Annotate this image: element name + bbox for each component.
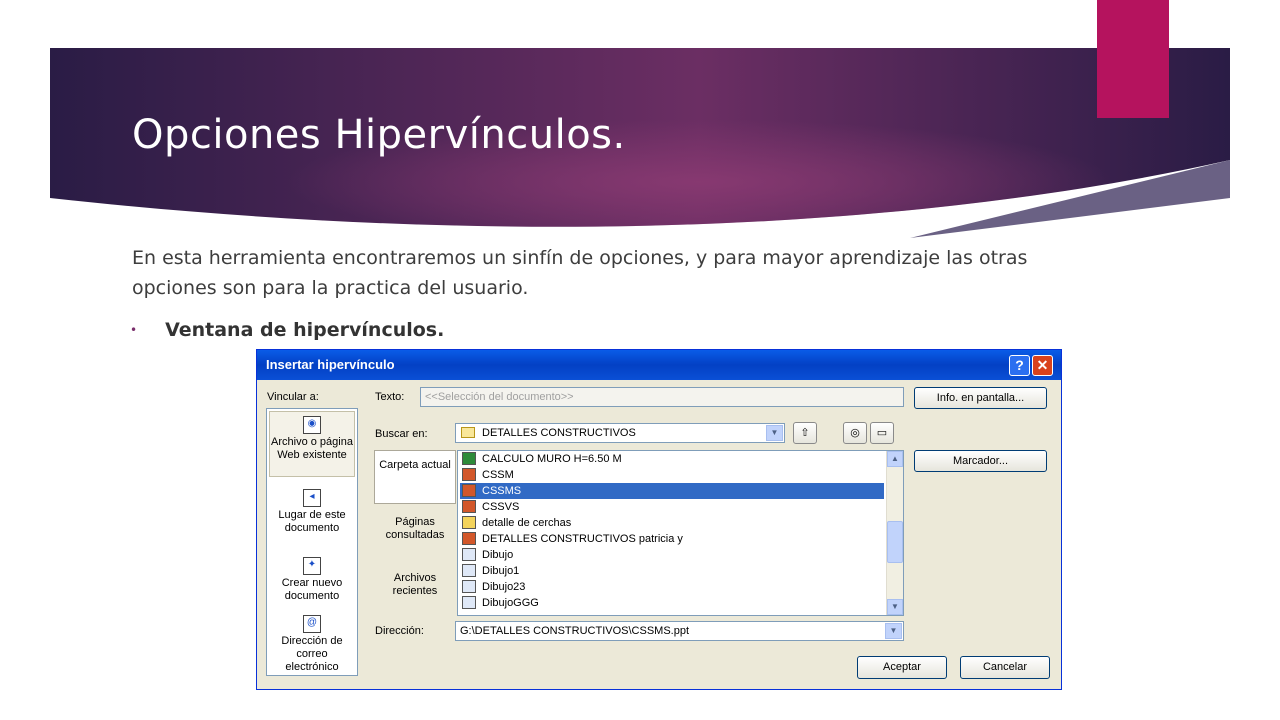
file-name: CSSMS xyxy=(482,485,522,497)
cancel-button[interactable]: Cancelar xyxy=(960,656,1050,679)
accent-tab xyxy=(1097,0,1169,118)
address-value: G:\DETALLES CONSTRUCTIVOS\CSSMS.ppt xyxy=(460,625,690,637)
file-name: CSSM xyxy=(482,469,514,481)
link-target-label: Lugar de este documento xyxy=(278,509,346,534)
insert-hyperlink-dialog: Insertar hipervínculo ? ✕ Vincular a: Te… xyxy=(256,349,1062,690)
chevron-down-icon[interactable]: ▼ xyxy=(885,623,902,639)
list-item-selected[interactable]: CSSMS xyxy=(460,483,884,499)
slide-title: Opciones Hipervínculos. xyxy=(132,112,626,158)
list-item[interactable]: Dibujo1 xyxy=(460,563,884,579)
bullet-item: • Ventana de hipervínculos. xyxy=(130,319,444,341)
file-list-scrollbar[interactable]: ▲ ▼ xyxy=(886,451,903,615)
new-document-icon: ✦ xyxy=(303,557,321,575)
slide-body-text: En esta herramienta encontraremos un sin… xyxy=(132,247,1028,299)
list-item[interactable]: DETALLES CONSTRUCTIVOS patricia y xyxy=(460,531,884,547)
ok-button[interactable]: Aceptar xyxy=(857,656,947,679)
file-name: Dibujo1 xyxy=(482,565,520,577)
look-in-value: DETALLES CONSTRUCTIVOS xyxy=(482,427,636,439)
link-target-new-document[interactable]: ✦ Crear nuevo documento xyxy=(269,557,355,609)
shortcut-icon xyxy=(462,564,476,577)
powerpoint-icon xyxy=(462,500,476,513)
search-web-icon[interactable]: ◎ xyxy=(843,422,867,444)
link-to-label: Vincular a: xyxy=(267,391,319,403)
tab-recent-files[interactable]: Archivos recientes xyxy=(374,572,456,612)
chevron-down-icon[interactable]: ▼ xyxy=(766,425,783,441)
link-target-label: Dirección de correo electrónico xyxy=(281,635,343,673)
browse-sources-panel: Carpeta actual Páginas consultadas Archi… xyxy=(374,450,456,616)
tab-current-folder[interactable]: Carpeta actual xyxy=(374,450,456,504)
dialog-title: Insertar hipervínculo xyxy=(266,357,395,372)
list-item[interactable]: CSSM xyxy=(460,467,884,483)
browse-web-button[interactable]: ⇧ xyxy=(793,422,817,444)
file-name: DETALLES CONSTRUCTIVOS patricia y xyxy=(482,533,683,545)
text-to-display-input[interactable]: <<Selección del documento>> xyxy=(420,387,904,407)
list-item[interactable]: DibujoGGG xyxy=(460,595,884,611)
look-in-combo[interactable]: DETALLES CONSTRUCTIVOS ▼ xyxy=(455,423,785,443)
link-target-existing-file[interactable]: ◉ Archivo o página Web existente xyxy=(269,411,355,477)
file-name: DibujoGGG xyxy=(482,597,539,609)
link-target-email[interactable]: @ Dirección de correo electrónico xyxy=(269,615,355,675)
shortcut-icon xyxy=(462,596,476,609)
link-target-label: Archivo o página Web existente xyxy=(271,436,353,461)
link-target-label: Crear nuevo documento xyxy=(281,577,343,602)
scroll-up-icon[interactable]: ▲ xyxy=(887,451,903,467)
file-list: CALCULO MURO H=6.50 M CSSM CSSMS CSSVS d… xyxy=(457,450,904,616)
look-in-label: Buscar en: xyxy=(375,428,428,440)
list-item[interactable]: CSSVS xyxy=(460,499,884,515)
link-target-place-in-document[interactable]: ◂ Lugar de este documento xyxy=(269,489,355,549)
folder-icon xyxy=(462,516,476,529)
list-item[interactable]: Dibujo xyxy=(460,547,884,563)
close-button[interactable]: ✕ xyxy=(1032,355,1053,376)
address-label: Dirección: xyxy=(375,625,424,637)
address-input[interactable]: G:\DETALLES CONSTRUCTIVOS\CSSMS.ppt ▼ xyxy=(455,621,904,641)
file-name: CSSVS xyxy=(482,501,520,513)
web-page-icon: ◉ xyxy=(303,416,321,434)
file-name: Dibujo23 xyxy=(482,581,526,593)
bookmark-button[interactable]: Marcador... xyxy=(914,450,1047,472)
document-place-icon: ◂ xyxy=(303,489,321,507)
tab-browsed-pages[interactable]: Páginas consultadas xyxy=(374,516,456,556)
text-label: Texto: xyxy=(375,391,405,403)
file-name: detalle de cerchas xyxy=(482,517,572,529)
scroll-thumb[interactable] xyxy=(887,521,903,563)
list-item[interactable]: CALCULO MURO H=6.50 M xyxy=(460,451,884,467)
list-item[interactable]: detalle de cerchas xyxy=(460,515,884,531)
screentip-button[interactable]: Info. en pantalla... xyxy=(914,387,1047,409)
help-button[interactable]: ? xyxy=(1009,355,1030,376)
browse-file-button[interactable]: ▭ xyxy=(870,422,894,444)
file-name: CALCULO MURO H=6.50 M xyxy=(482,453,622,465)
shortcut-icon xyxy=(462,548,476,561)
bullet-text: Ventana de hipervínculos. xyxy=(165,319,445,341)
powerpoint-icon xyxy=(462,468,476,481)
powerpoint-icon xyxy=(462,484,476,497)
bullet-dot-icon: • xyxy=(130,323,138,337)
link-to-sidebar: ◉ Archivo o página Web existente ◂ Lugar… xyxy=(266,408,358,676)
dialog-titlebar: Insertar hipervínculo ? ✕ xyxy=(257,350,1061,380)
scroll-down-icon[interactable]: ▼ xyxy=(887,599,903,615)
shortcut-icon xyxy=(462,580,476,593)
list-item[interactable]: Dibujo23 xyxy=(460,579,884,595)
excel-icon xyxy=(462,452,476,465)
email-icon: @ xyxy=(303,615,321,633)
powerpoint-icon xyxy=(462,532,476,545)
file-name: Dibujo xyxy=(482,549,514,561)
folder-icon xyxy=(461,427,475,438)
